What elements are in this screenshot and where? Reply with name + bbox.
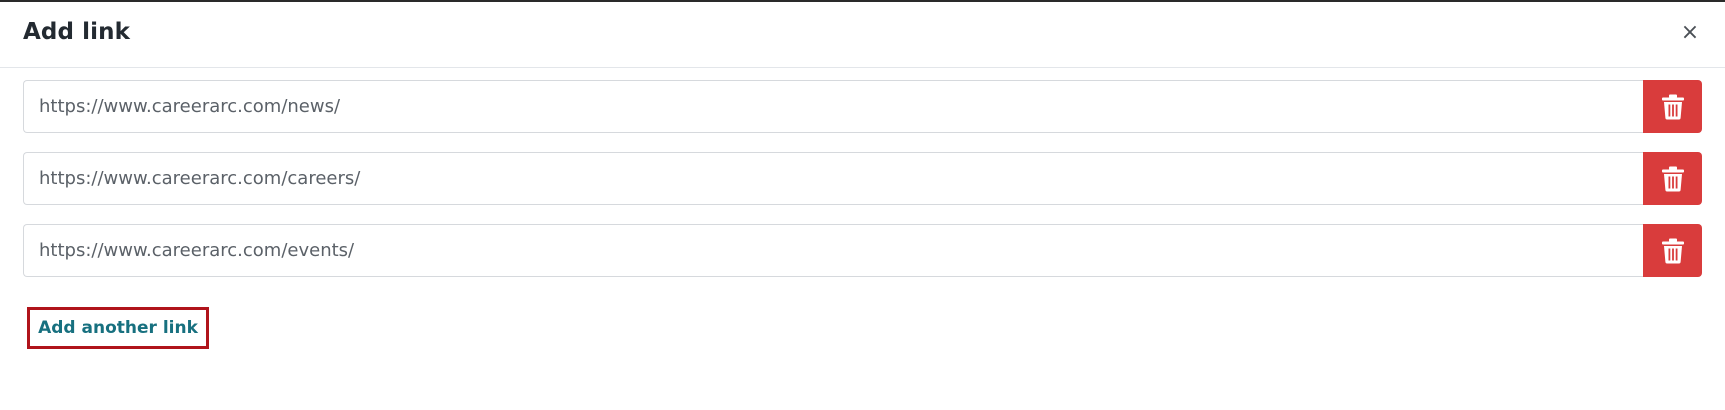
trash-icon	[1661, 166, 1684, 191]
add-link-modal: Add link × https://www.careerarc.com/new…	[0, 2, 1725, 410]
modal-title: Add link	[23, 19, 130, 45]
link-row	[23, 224, 1702, 277]
delete-link-button[interactable]	[1643, 224, 1702, 277]
link-url-input[interactable]	[23, 80, 1643, 133]
add-another-link-button[interactable]: Add another link	[27, 307, 209, 349]
link-row	[23, 152, 1702, 205]
trash-icon	[1661, 238, 1684, 263]
modal-header: Add link ×	[0, 2, 1725, 68]
link-url-input[interactable]	[23, 224, 1643, 277]
delete-link-button[interactable]	[1643, 80, 1702, 133]
add-another-link-label: Add another link	[38, 318, 198, 338]
close-button[interactable]: ×	[1676, 19, 1704, 47]
trash-icon	[1661, 94, 1684, 119]
delete-link-button[interactable]	[1643, 152, 1702, 205]
link-row	[23, 80, 1702, 133]
close-icon: ×	[1680, 20, 1700, 45]
link-url-input[interactable]	[23, 152, 1643, 205]
